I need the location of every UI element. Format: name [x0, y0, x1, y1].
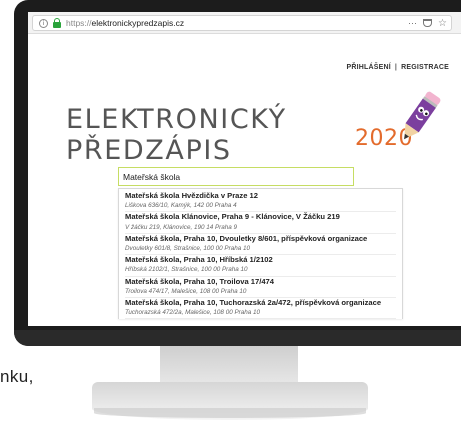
register-link[interactable]: REGISTRACE: [401, 64, 449, 71]
pencil-mascot-icon: [404, 91, 441, 140]
result-item[interactable]: Mateřská škola Klánovice, Praha 9 - Klán…: [119, 212, 402, 234]
result-name: Mateřská škola Hvězdička v Praze 12: [125, 191, 258, 200]
pocket-icon[interactable]: [423, 19, 433, 27]
result-address: Hříbská 2102/1, Strašnice, 100 00 Praha …: [125, 265, 396, 277]
more-actions-icon[interactable]: ···: [408, 18, 417, 28]
url-text[interactable]: https://elektronickypredzapis.cz: [66, 18, 184, 28]
url-host: elektronickypredzapis.cz: [91, 18, 185, 28]
result-name: Mateřská škola Klánovice, Praha 9 - Klán…: [125, 212, 340, 222]
result-name: Mateřská škola, Praha 10, Dvouletky 8/60…: [125, 233, 368, 243]
result-name: Mateřská škola, Praha 10, Tuchorazská 2a…: [125, 298, 382, 308]
url-actions: ··· ☆: [408, 16, 447, 30]
bookmark-star-icon[interactable]: ☆: [438, 18, 447, 29]
school-search-input[interactable]: [118, 167, 354, 186]
lock-icon[interactable]: [53, 18, 61, 28]
monitor-chin: [14, 330, 461, 346]
result-item[interactable]: Mateřská škola, Praha 10, Dvouletky 8/60…: [119, 233, 402, 256]
monitor-screen: i https://elektronickypredzapis.cz ··· ☆…: [28, 12, 461, 326]
monitor-stand-edge: [94, 408, 366, 418]
monitor-stand-neck: [160, 346, 298, 386]
browser-toolbar: i https://elektronickypredzapis.cz ··· ☆: [28, 12, 461, 34]
search-results-dropdown: Mateřská škola Hvězdička v Praze 12 Lišk…: [118, 188, 403, 319]
result-address: Dvouletky 601/8, Strašnice, 100 00 Praha…: [125, 244, 396, 256]
nav-separator: |: [394, 64, 398, 71]
result-address: V žáčku 219, Klánovice, 190 14 Praha 9: [125, 223, 396, 234]
result-address: Troilova 474/17, Malešice, 108 00 Praha …: [125, 287, 396, 299]
result-address: Liškova 636/10, Kamýk, 142 00 Praha 4: [125, 201, 396, 213]
result-item[interactable]: Mateřská škola, Praha 10, Tuchorazská 2a…: [119, 298, 402, 319]
result-item[interactable]: Mateřská škola Hvězdička v Praze 12 Lišk…: [119, 191, 402, 213]
address-bar[interactable]: i https://elektronickypredzapis.cz ··· ☆: [32, 15, 452, 31]
url-protocol: https://: [66, 18, 92, 28]
side-text-fragment: nku,: [0, 367, 34, 386]
result-item[interactable]: Mateřská škola, Praha 10, Troilova 17/47…: [119, 276, 402, 299]
info-icon[interactable]: i: [39, 18, 48, 28]
login-link[interactable]: PŘIHLÁŠENÍ: [347, 64, 391, 71]
result-name: Mateřská škola, Praha 10, Hříbská 1/2102: [125, 255, 273, 265]
result-address: Tuchorazská 472/2a, Malešice, 108 00 Pra…: [125, 308, 396, 319]
result-name: Mateřská škola, Praha 10, Troilova 17/47…: [125, 276, 275, 286]
result-item[interactable]: Mateřská škola, Praha 10, Hříbská 1/2102…: [119, 255, 402, 277]
top-nav: PŘIHLÁŠENÍ | REGISTRACE: [347, 64, 449, 71]
